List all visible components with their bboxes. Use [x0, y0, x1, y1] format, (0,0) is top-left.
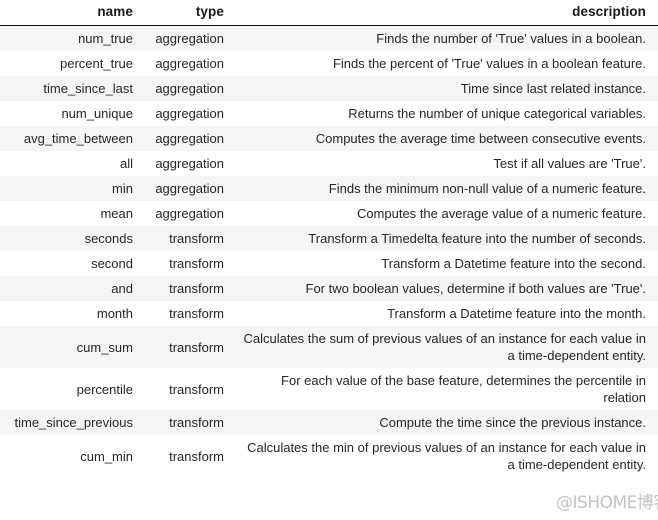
- cell-type: aggregation: [145, 176, 225, 201]
- table-row: percent_true aggregation Finds the percent…: [0, 51, 658, 76]
- cell-type: transform: [145, 226, 225, 251]
- cell-description: Time since last related instance.: [225, 76, 658, 101]
- table-row: second transform Transform a Datetime feat…: [0, 251, 658, 276]
- cell-name: seconds: [0, 226, 145, 251]
- cell-type: transform: [145, 276, 225, 301]
- cell-type: aggregation: [145, 126, 225, 151]
- cell-name: second: [0, 251, 145, 276]
- cell-description: Calculates the min of previous values of…: [225, 435, 658, 477]
- table-row: seconds transform Transform a Timedelta fe…: [0, 226, 658, 251]
- table-row: min aggregation Finds the minimum non-null…: [0, 176, 658, 201]
- cell-name: num_true: [0, 25, 145, 51]
- table-header-row: name type description: [0, 4, 658, 26]
- table-row: mean aggregation Computes the average valu…: [0, 201, 658, 226]
- cell-name: all: [0, 151, 145, 176]
- table-header: name type description: [0, 4, 658, 26]
- cell-description: Compute the time since the previous inst…: [225, 410, 658, 435]
- table-row: num_true aggregation Finds the number of '…: [0, 25, 658, 51]
- cell-type: aggregation: [145, 51, 225, 76]
- table-row: month transform Transform a Datetime featu…: [0, 301, 658, 326]
- cell-description: For each value of the base feature, dete…: [225, 368, 658, 410]
- table-row: time_since_previous transform Compute the …: [0, 410, 658, 435]
- table-row: time_since_last aggregation Time since las…: [0, 76, 658, 101]
- table-row: num_unique aggregation Returns the number …: [0, 101, 658, 126]
- cell-description: Transform a Datetime feature into the mo…: [225, 301, 658, 326]
- cell-description: Finds the number of 'True' values in a b…: [225, 25, 658, 51]
- watermark-overlay: @ISHOME博客: [556, 488, 658, 513]
- cell-name: and: [0, 276, 145, 301]
- cell-type: transform: [145, 410, 225, 435]
- cell-type: transform: [145, 435, 225, 477]
- cell-description: Transform a Datetime feature into the se…: [225, 251, 658, 276]
- cell-type: aggregation: [145, 25, 225, 51]
- cell-type: transform: [145, 301, 225, 326]
- cell-description: For two boolean values, determine if bot…: [225, 276, 658, 301]
- cell-name: min: [0, 176, 145, 201]
- cell-name: mean: [0, 201, 145, 226]
- primitives-dataframe-table: name type description num_true aggregatio…: [0, 4, 658, 477]
- cell-name: percent_true: [0, 51, 145, 76]
- cell-description: Returns the number of unique categorical…: [225, 101, 658, 126]
- cell-type: aggregation: [145, 101, 225, 126]
- cell-type: aggregation: [145, 76, 225, 101]
- cell-description: Computes the average time between consec…: [225, 126, 658, 151]
- table-body: num_true aggregation Finds the number of '…: [0, 25, 658, 477]
- cell-description: Test if all values are 'True'.: [225, 151, 658, 176]
- cell-type: transform: [145, 326, 225, 368]
- cell-name: time_since_previous: [0, 410, 145, 435]
- cell-name: avg_time_between: [0, 126, 145, 151]
- cell-description: Transform a Timedelta feature into the n…: [225, 226, 658, 251]
- cell-name: cum_sum: [0, 326, 145, 368]
- cell-description: Calculates the sum of previous values of…: [225, 326, 658, 368]
- watermark-text: @ISHOME博客: [556, 493, 658, 513]
- column-header-type: type: [145, 4, 225, 26]
- cell-type: transform: [145, 251, 225, 276]
- column-header-name: name: [0, 4, 145, 26]
- column-header-description: description: [225, 4, 658, 26]
- table-row: avg_time_between aggregation Computes the …: [0, 126, 658, 151]
- table-row: all aggregation Test if all values are 'Tr…: [0, 151, 658, 176]
- cell-name: cum_min: [0, 435, 145, 477]
- cell-name: percentile: [0, 368, 145, 410]
- cell-type: aggregation: [145, 201, 225, 226]
- table-row: and transform For two boolean values, dete…: [0, 276, 658, 301]
- table-row: percentile transform For each value of the…: [0, 368, 658, 410]
- cell-type: transform: [145, 368, 225, 410]
- table-row: cum_sum transform Calculates the sum of pr…: [0, 326, 658, 368]
- cell-type: aggregation: [145, 151, 225, 176]
- cell-description: Computes the average value of a numeric …: [225, 201, 658, 226]
- cell-description: Finds the percent of 'True' values in a …: [225, 51, 658, 76]
- cell-name: time_since_last: [0, 76, 145, 101]
- cell-name: num_unique: [0, 101, 145, 126]
- cell-name: month: [0, 301, 145, 326]
- dataframe-table-container: name type description num_true aggregatio…: [0, 0, 658, 477]
- cell-description: Finds the minimum non-null value of a nu…: [225, 176, 658, 201]
- table-row: cum_min transform Calculates the min of pr…: [0, 435, 658, 477]
